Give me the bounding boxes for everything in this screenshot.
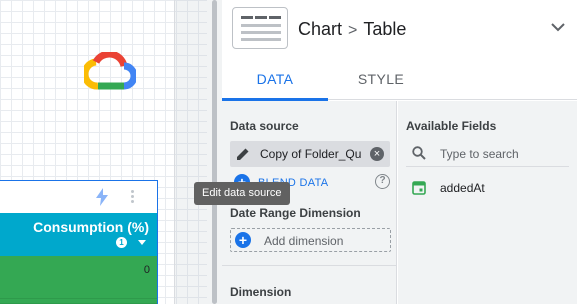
report-canvas[interactable]: Consumption (%) 1 0 xyxy=(0,0,207,304)
data-source-label: Data source xyxy=(230,119,299,133)
section-divider xyxy=(222,265,397,266)
report-page[interactable]: Consumption (%) 1 0 xyxy=(0,0,175,304)
sort-order-badge: 1 xyxy=(116,237,127,248)
available-fields-column: Available Fields addedAt xyxy=(398,101,577,304)
tab-data[interactable]: DATA xyxy=(222,58,328,101)
available-fields-label: Available Fields xyxy=(406,119,497,133)
date-range-dimension-label: Date Range Dimension xyxy=(230,206,361,220)
breadcrumb-current: Table xyxy=(363,19,407,39)
more-options-icon[interactable] xyxy=(131,190,135,204)
dimension-label: Dimension xyxy=(230,285,292,299)
properties-panel: Chart > Table DATA STYLE Data source Copy … xyxy=(222,0,577,304)
field-item[interactable]: addedAt xyxy=(406,177,569,199)
bolt-icon[interactable] xyxy=(95,188,109,206)
table-row: 0 xyxy=(0,256,157,299)
data-source-name: Copy of Folder_Qu xyxy=(260,147,362,161)
field-name: addedAt xyxy=(440,181,485,195)
panel-header: Chart > Table xyxy=(222,0,577,58)
table-chart-type-icon[interactable] xyxy=(232,7,288,49)
breadcrumb: Chart > Table xyxy=(298,19,406,40)
chart-toolbar xyxy=(0,181,157,213)
help-icon[interactable]: ? xyxy=(375,174,390,189)
chevron-down-icon[interactable] xyxy=(551,22,565,32)
panel-splitter[interactable] xyxy=(207,0,222,304)
data-source-chip[interactable]: Copy of Folder_Qu × xyxy=(230,141,390,167)
tab-style[interactable]: STYLE xyxy=(328,58,434,100)
add-dimension-button[interactable]: + Add dimension xyxy=(230,228,391,252)
search-icon xyxy=(412,146,426,160)
column-header-label: Consumption (%) xyxy=(33,219,149,235)
sort-descending-icon xyxy=(138,240,146,245)
table-row xyxy=(0,299,157,304)
edit-data-source-tooltip: Edit data source xyxy=(194,182,290,205)
table-column-header[interactable]: Consumption (%) 1 xyxy=(0,213,157,256)
field-search xyxy=(406,141,569,167)
breadcrumb-separator: > xyxy=(348,22,358,39)
field-search-input[interactable] xyxy=(440,144,565,164)
add-dimension-label: Add dimension xyxy=(264,234,344,248)
pencil-icon[interactable] xyxy=(235,146,251,162)
table-chart[interactable]: Consumption (%) 1 0 xyxy=(0,180,158,304)
panel-tabs: DATA STYLE xyxy=(222,58,577,101)
google-cloud-logo xyxy=(84,52,136,90)
calendar-icon xyxy=(412,181,426,195)
table-cell: 0 xyxy=(143,264,150,276)
close-icon[interactable]: × xyxy=(370,147,384,161)
breadcrumb-root: Chart xyxy=(298,19,343,39)
splitter-handle[interactable] xyxy=(212,0,217,304)
add-circle-icon: + xyxy=(235,232,251,248)
